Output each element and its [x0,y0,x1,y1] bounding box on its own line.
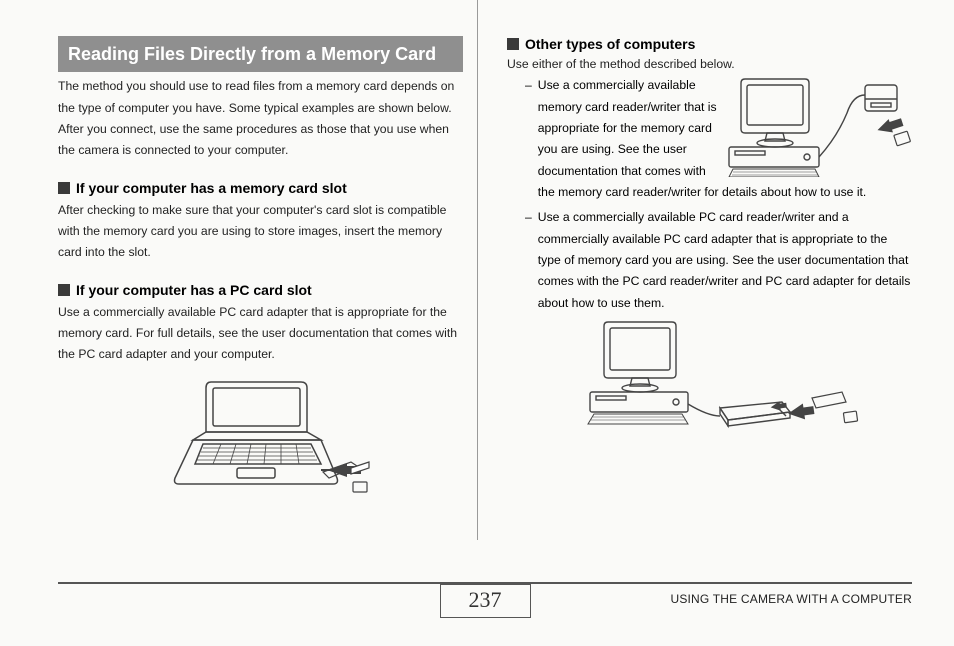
subheading-other-computers: Other types of computers [507,36,912,52]
footer-section-label: USING THE CAMERA WITH A COMPUTER [670,592,912,606]
page-footer: 237 USING THE CAMERA WITH A COMPUTER [58,582,912,624]
left-column: Reading Files Directly from a Memory Car… [58,36,485,576]
subheading-text: If your computer has a PC card slot [76,282,312,298]
square-bullet-icon [58,284,70,296]
body-memory-card-slot: After checking to make sure that your co… [58,200,463,264]
desktop-with-reader-illustration [727,77,912,177]
subheading-text: If your computer has a memory card slot [76,180,347,196]
subheading-pc-card-slot: If your computer has a PC card slot [58,282,463,298]
two-column-layout: Reading Files Directly from a Memory Car… [58,36,912,576]
subheading-memory-card-slot: If your computer has a memory card slot [58,180,463,196]
section-title: Reading Files Directly from a Memory Car… [68,44,436,64]
square-bullet-icon [58,182,70,194]
list-item-pc-card-reader: – Use a commercially available PC card r… [507,207,912,314]
right-intro: Use either of the method described below… [507,54,912,75]
right-column: Other types of computers Use either of t… [485,36,912,576]
subheading-text: Other types of computers [525,36,695,52]
section-title-bar: Reading Files Directly from a Memory Car… [58,36,463,72]
body-pc-card-slot: Use a commercially available PC card ada… [58,302,463,366]
list-item-text: Use a commercially available PC card rea… [538,210,911,309]
desktop-with-pc-card-reader-illustration [560,320,860,435]
dash-bullet-icon: – [525,207,532,314]
laptop-with-card-illustration [151,374,371,494]
intro-paragraph: The method you should use to read files … [58,76,463,161]
manual-page: Reading Files Directly from a Memory Car… [0,0,954,646]
dash-bullet-icon: – [525,75,532,203]
page-number: 237 [440,584,531,618]
list-item-lead-text: Use a commercially available memory card… [538,78,717,156]
list-item-card-reader: – [507,75,912,203]
square-bullet-icon [507,38,519,50]
